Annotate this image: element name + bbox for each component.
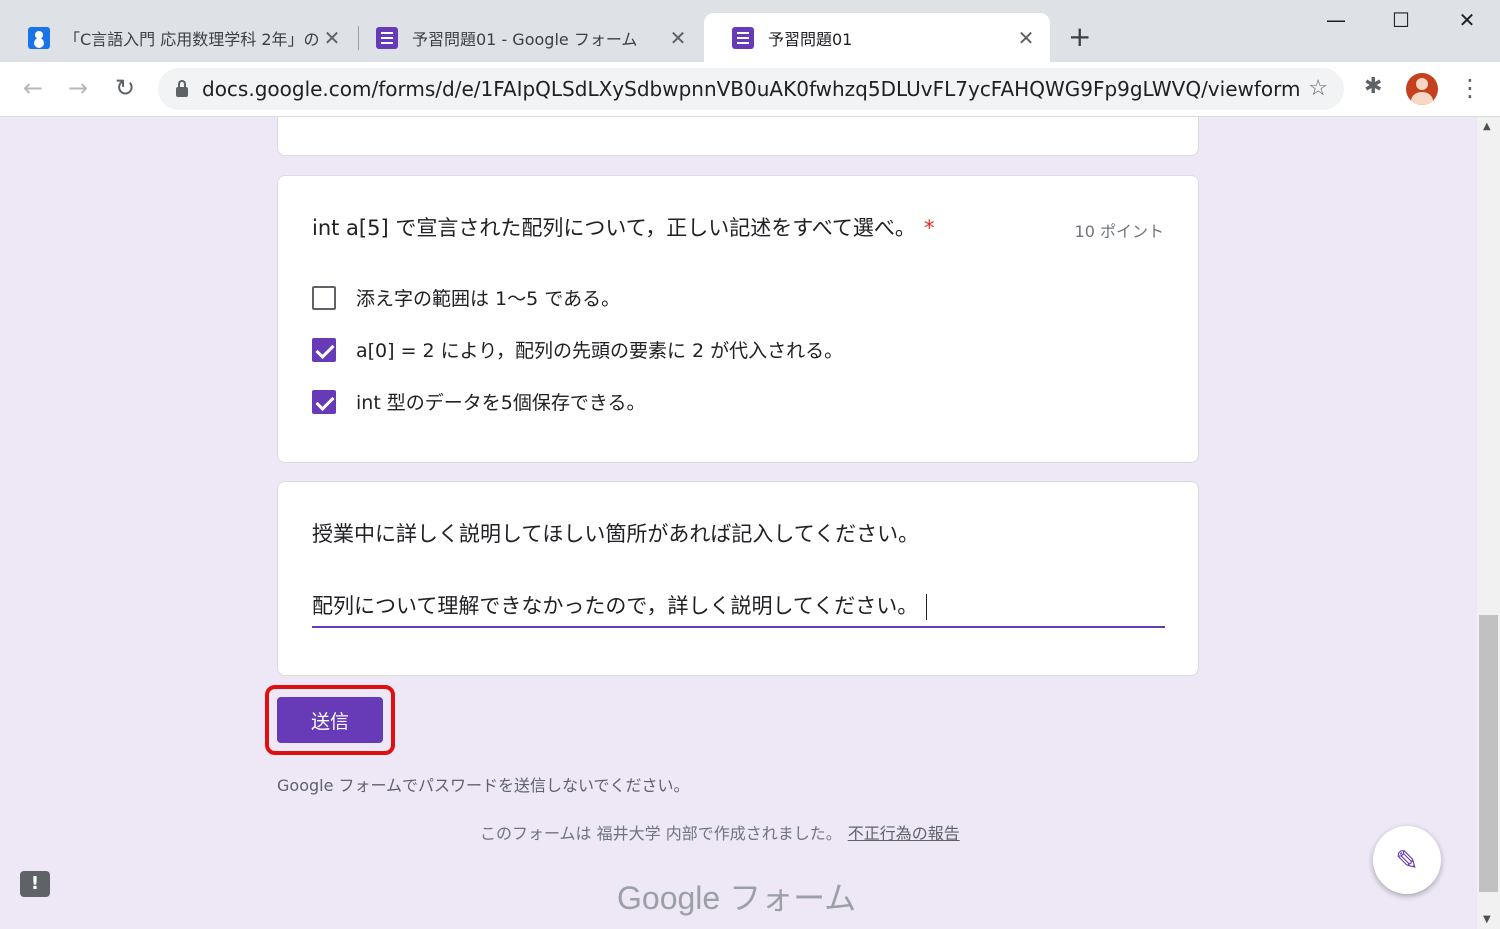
required-mark: * bbox=[923, 216, 935, 240]
text-caret bbox=[926, 594, 928, 620]
checkbox-option[interactable]: 添え字の範囲は 1～5 である。 bbox=[312, 284, 620, 311]
lock-icon[interactable] bbox=[176, 80, 188, 97]
tab-form-view[interactable]: 予習問題01 ✕ bbox=[704, 13, 1050, 62]
password-warning: Google フォームでパスワードを送信しないでください。 bbox=[277, 776, 690, 795]
forms-icon bbox=[732, 26, 754, 49]
extensions-puzzle-icon[interactable]: ✱ bbox=[1364, 74, 1382, 99]
checkbox-option[interactable]: a[0] = 2 により，配列の先頭の要素に 2 が代入される。 bbox=[312, 336, 843, 363]
text-question-card: 授業中に詳しく説明してほしい箇所があれば記入してください。 配列について理解でき… bbox=[277, 481, 1199, 676]
scrollbar[interactable]: ▲ ▼ bbox=[1477, 117, 1500, 929]
minimize-button[interactable]: — bbox=[1316, 8, 1356, 32]
tab-title: 「C言語入門 応用数理学科 2年」の bbox=[64, 29, 320, 49]
checkbox-unchecked[interactable] bbox=[312, 285, 336, 310]
report-abuse-link[interactable]: 不正行為の報告 bbox=[848, 824, 960, 843]
tab-strip: 「C言語入門 応用数理学科 2年」の ✕ 予習問題01 - Google フォー… bbox=[0, 0, 1500, 62]
browser-toolbar: ← → ↻ docs.google.com/forms/d/e/1FAIpQLS… bbox=[0, 62, 1500, 117]
edit-pencil-icon[interactable]: ✎ bbox=[1373, 826, 1441, 894]
scroll-down-arrow-icon[interactable]: ▼ bbox=[1483, 914, 1491, 925]
scroll-thumb[interactable] bbox=[1479, 615, 1498, 892]
answer-text-field[interactable]: 配列について理解できなかったので，詳しく説明してください。 bbox=[312, 590, 1165, 628]
classroom-icon bbox=[28, 26, 50, 49]
profile-avatar[interactable] bbox=[1406, 73, 1438, 105]
question-title: 授業中に詳しく説明してほしい箇所があれば記入してください。 bbox=[312, 522, 920, 546]
points-label: 10 ポイント bbox=[1074, 222, 1164, 241]
question-title-text: int a[5] で宣言された配列について，正しい記述をすべて選べ。 bbox=[312, 216, 916, 240]
close-icon[interactable]: ✕ bbox=[322, 26, 342, 50]
submit-button[interactable]: 送信 bbox=[277, 697, 383, 743]
tab-title: 予習問題01 bbox=[768, 29, 853, 49]
option-label: 添え字の範囲は 1～5 である。 bbox=[356, 288, 621, 310]
address-bar[interactable]: docs.google.com/forms/d/e/1FAIpQLSdLXySd… bbox=[158, 68, 1344, 110]
close-icon[interactable]: ✕ bbox=[668, 26, 688, 50]
more-menu-icon[interactable]: ⋮ bbox=[1458, 74, 1482, 102]
option-label: int 型のデータを5個保存できる。 bbox=[356, 392, 646, 414]
submit-highlight-box: 送信 bbox=[265, 685, 395, 755]
page-content: int a[5] で宣言された配列について，正しい記述をすべて選べ。 * 10 ポ… bbox=[0, 117, 1477, 929]
tab-form-edit[interactable]: 予習問題01 - Google フォーム ✕ bbox=[348, 13, 702, 62]
tab-title: 予習問題01 - Google フォーム bbox=[412, 29, 638, 49]
back-arrow-icon[interactable]: ← bbox=[18, 74, 48, 102]
checkbox-question-card: int a[5] で宣言された配列について，正しい記述をすべて選べ。 * 10 ポ… bbox=[277, 175, 1199, 463]
checkbox-checked[interactable] bbox=[312, 389, 336, 414]
created-by-text: このフォームは 福井大学 内部で作成されました。 bbox=[480, 824, 842, 843]
checkbox-checked[interactable] bbox=[312, 337, 336, 362]
url-text[interactable]: docs.google.com/forms/d/e/1FAIpQLSdLXySd… bbox=[202, 77, 1301, 101]
close-icon[interactable]: ✕ bbox=[1016, 26, 1036, 50]
maximize-button[interactable]: ☐ bbox=[1381, 8, 1421, 32]
feedback-icon[interactable]: ! bbox=[20, 871, 50, 897]
reload-icon[interactable]: ↻ bbox=[110, 74, 140, 102]
previous-question-card bbox=[277, 117, 1199, 156]
forward-arrow-icon[interactable]: → bbox=[63, 74, 93, 102]
new-tab-button[interactable]: + bbox=[1068, 20, 1091, 53]
bookmark-star-icon[interactable]: ☆ bbox=[1308, 76, 1328, 101]
footer-note: このフォームは 福井大学 内部で作成されました。 不正行為の報告 bbox=[480, 820, 960, 844]
question-title: int a[5] で宣言された配列について，正しい記述をすべて選べ。 * bbox=[312, 212, 934, 242]
scroll-up-arrow-icon[interactable]: ▲ bbox=[1483, 121, 1491, 132]
forms-icon bbox=[376, 26, 398, 49]
close-window-button[interactable]: ✕ bbox=[1447, 8, 1487, 32]
checkbox-option[interactable]: int 型のデータを5個保存できる。 bbox=[312, 388, 646, 415]
option-label: a[0] = 2 により，配列の先頭の要素に 2 が代入される。 bbox=[356, 340, 844, 362]
google-forms-logo[interactable]: Google フォーム bbox=[617, 873, 856, 919]
answer-value[interactable]: 配列について理解できなかったので，詳しく説明してください。 bbox=[312, 594, 918, 618]
tab-classroom[interactable]: 「C言語入門 応用数理学科 2年」の ✕ bbox=[0, 13, 356, 62]
